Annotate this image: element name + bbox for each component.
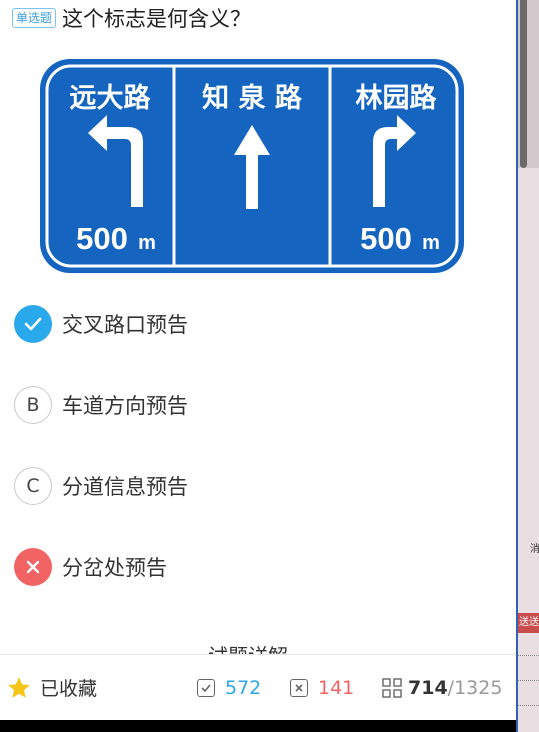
question-header: 单选题 这个标志是何含义？ (12, 4, 251, 32)
option-d[interactable]: 分岔处预告 (14, 547, 167, 587)
option-b-text: 车道方向预告 (62, 394, 188, 418)
star-icon (8, 676, 30, 698)
question-type-badge: 单选题 (12, 8, 57, 28)
option-c-text: 分道信息预告 (62, 475, 188, 499)
road-sign-image: 远大路 知 泉 路 林园路 500 m 500 m (40, 59, 464, 273)
total-questions: /1325 (447, 677, 503, 699)
option-b-marker: B (14, 386, 52, 424)
correct-count-button[interactable]: 572 (197, 677, 261, 699)
option-b[interactable]: B 车道方向预告 (14, 385, 188, 425)
favorite-button[interactable]: 已收藏 (6, 674, 97, 701)
explanation-section-title: 试题详解 (208, 641, 288, 654)
sign-right-distance: 500 (360, 221, 412, 256)
correct-check-icon (14, 305, 52, 343)
question-index-button[interactable]: 714 /1325 (382, 677, 502, 699)
scrollbar[interactable] (520, 0, 527, 168)
sign-right-unit: m (422, 232, 440, 254)
option-c[interactable]: C 分道信息预告 (14, 466, 188, 506)
bottom-edge (0, 720, 516, 732)
sign-right-road-name: 林园路 (356, 82, 438, 114)
sign-left-unit: m (138, 232, 156, 254)
background-red-bar: 送送( (518, 613, 539, 633)
option-a[interactable]: 交叉路口预告 (14, 304, 188, 344)
wrong-cross-icon (14, 548, 52, 586)
wrong-count-button[interactable]: 141 (290, 677, 354, 699)
option-d-text: 分岔处预告 (62, 556, 167, 580)
grid-icon (382, 678, 402, 698)
divider (518, 705, 539, 706)
divider (518, 680, 539, 681)
background-window: 消 送送( (516, 0, 539, 732)
option-c-marker: C (14, 467, 52, 505)
divider (518, 655, 539, 656)
check-box-icon (197, 679, 215, 697)
bottom-toolbar: 已收藏 572 141 714 /1325 (0, 654, 516, 721)
wrong-count: 141 (318, 677, 355, 699)
option-a-text: 交叉路口预告 (62, 313, 188, 337)
sign-left-road-name: 远大路 (70, 82, 152, 114)
quiz-screen: 单选题 这个标志是何含义？ 远大路 知 泉 路 林园路 500 m 500 m … (0, 0, 516, 732)
background-text: 消 (530, 544, 539, 555)
sign-center-road-name: 知 泉 路 (202, 82, 303, 114)
cross-box-icon (290, 679, 308, 697)
correct-count: 572 (225, 677, 262, 699)
question-text: 这个标志是何含义？ (62, 7, 252, 31)
favorite-label: 已收藏 (40, 678, 98, 700)
current-question-index: 714 (408, 677, 448, 699)
sign-left-distance: 500 (76, 221, 128, 256)
